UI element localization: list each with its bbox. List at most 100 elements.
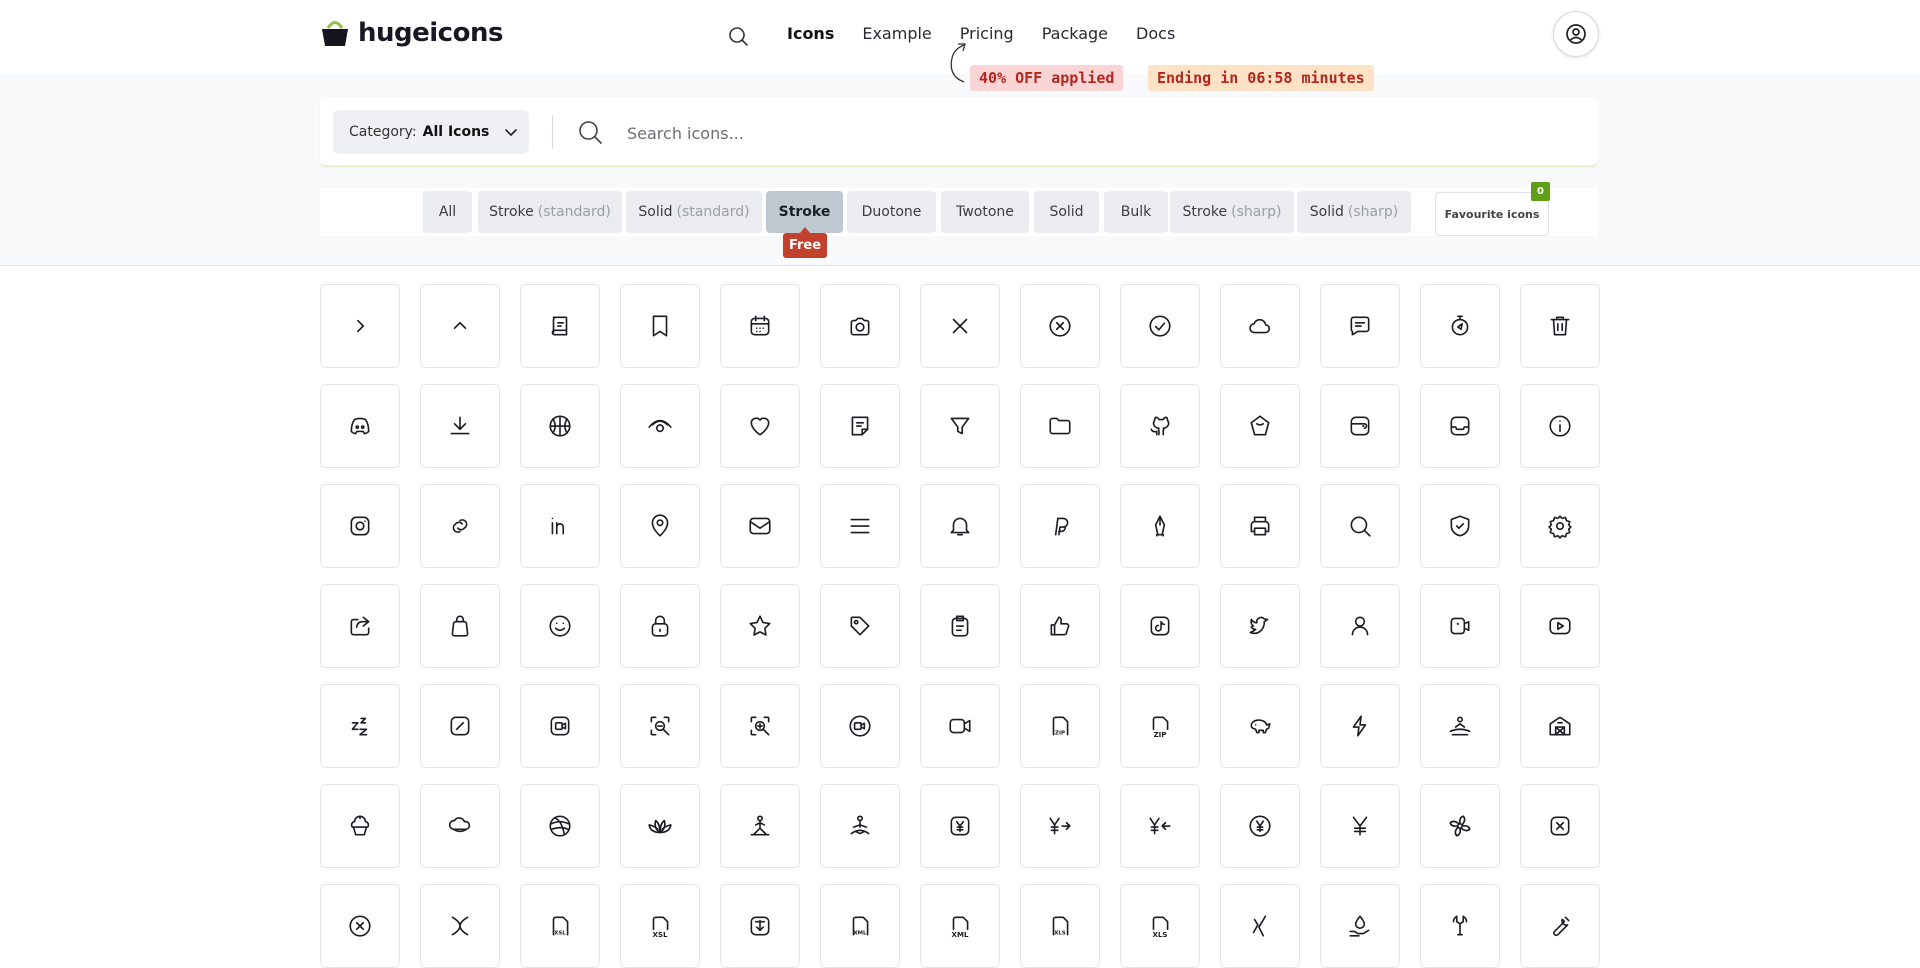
icon-tile[interactable] bbox=[420, 884, 500, 968]
nav-example[interactable]: Example bbox=[862, 24, 931, 43]
icon-tile[interactable] bbox=[320, 784, 400, 868]
category-dropdown[interactable]: Category: All Icons bbox=[333, 110, 529, 154]
icon-tile[interactable] bbox=[1320, 284, 1400, 368]
icon-tile[interactable] bbox=[720, 684, 800, 768]
search-input[interactable] bbox=[625, 115, 1529, 151]
icon-tile[interactable] bbox=[620, 384, 700, 468]
icon-tile[interactable] bbox=[1320, 684, 1400, 768]
icon-tile[interactable] bbox=[320, 684, 400, 768]
icon-tile[interactable] bbox=[1320, 584, 1400, 668]
icon-tile[interactable] bbox=[1120, 384, 1200, 468]
icon-tile[interactable] bbox=[920, 784, 1000, 868]
icon-tile[interactable] bbox=[720, 584, 800, 668]
icon-tile[interactable] bbox=[1120, 284, 1200, 368]
icon-tile[interactable] bbox=[920, 484, 1000, 568]
icon-tile[interactable]: XML bbox=[820, 884, 900, 968]
icon-tile[interactable] bbox=[1420, 684, 1500, 768]
icon-tile[interactable] bbox=[1020, 484, 1100, 568]
icon-tile[interactable] bbox=[1220, 784, 1300, 868]
icon-tile[interactable] bbox=[1520, 584, 1600, 668]
icon-tile[interactable] bbox=[1420, 484, 1500, 568]
icon-tile[interactable] bbox=[1020, 584, 1100, 668]
icon-tile[interactable]: XSL bbox=[520, 884, 600, 968]
filter-solid-standard[interactable]: Solid (standard) bbox=[626, 191, 762, 233]
icon-tile[interactable] bbox=[420, 484, 500, 568]
icon-tile[interactable] bbox=[1420, 384, 1500, 468]
nav-docs[interactable]: Docs bbox=[1136, 24, 1175, 43]
icon-tile[interactable]: XSL bbox=[620, 884, 700, 968]
icon-tile[interactable] bbox=[620, 684, 700, 768]
icon-tile[interactable] bbox=[1520, 484, 1600, 568]
icon-tile[interactable] bbox=[620, 484, 700, 568]
icon-tile[interactable]: ZIP bbox=[1020, 684, 1100, 768]
icon-tile[interactable] bbox=[1320, 884, 1400, 968]
icon-tile[interactable] bbox=[320, 284, 400, 368]
icon-tile[interactable] bbox=[1220, 684, 1300, 768]
filter-duotone[interactable]: Duotone bbox=[847, 191, 936, 233]
icon-tile[interactable] bbox=[1420, 584, 1500, 668]
icon-tile[interactable] bbox=[820, 284, 900, 368]
icon-tile[interactable] bbox=[1320, 484, 1400, 568]
icon-tile[interactable] bbox=[1220, 384, 1300, 468]
icon-tile[interactable] bbox=[520, 684, 600, 768]
brand-logo[interactable]: hugeicons bbox=[320, 18, 503, 48]
icon-tile[interactable] bbox=[420, 684, 500, 768]
icon-tile[interactable] bbox=[1120, 484, 1200, 568]
icon-tile[interactable] bbox=[1220, 484, 1300, 568]
icon-tile[interactable] bbox=[520, 284, 600, 368]
icon-tile[interactable] bbox=[820, 384, 900, 468]
icon-tile[interactable] bbox=[420, 284, 500, 368]
icon-tile[interactable] bbox=[320, 384, 400, 468]
icon-tile[interactable] bbox=[920, 584, 1000, 668]
icon-tile[interactable] bbox=[420, 384, 500, 468]
icon-tile[interactable] bbox=[520, 384, 600, 468]
icon-tile[interactable] bbox=[620, 584, 700, 668]
icon-tile[interactable] bbox=[1420, 884, 1500, 968]
icon-tile[interactable] bbox=[1320, 384, 1400, 468]
icon-tile[interactable] bbox=[1120, 584, 1200, 668]
icon-tile[interactable] bbox=[1520, 884, 1600, 968]
icon-tile[interactable] bbox=[320, 584, 400, 668]
icon-tile[interactable] bbox=[720, 384, 800, 468]
filter-all[interactable]: All bbox=[423, 191, 472, 233]
icon-tile[interactable] bbox=[420, 584, 500, 668]
icon-tile[interactable] bbox=[1020, 784, 1100, 868]
icon-tile[interactable] bbox=[520, 584, 600, 668]
icon-tile[interactable] bbox=[620, 284, 700, 368]
icon-tile[interactable] bbox=[720, 884, 800, 968]
icon-tile[interactable] bbox=[1420, 284, 1500, 368]
filter-solid-sharp[interactable]: Solid (sharp) bbox=[1297, 191, 1411, 233]
icon-tile[interactable] bbox=[820, 584, 900, 668]
nav-package[interactable]: Package bbox=[1042, 24, 1108, 43]
icon-tile[interactable] bbox=[1020, 384, 1100, 468]
filter-stroke-sharp[interactable]: Stroke (sharp) bbox=[1170, 191, 1294, 233]
icon-tile[interactable] bbox=[1420, 784, 1500, 868]
icon-tile[interactable] bbox=[420, 784, 500, 868]
icon-tile[interactable] bbox=[920, 384, 1000, 468]
filter-twotone[interactable]: Twotone bbox=[941, 191, 1029, 233]
icon-tile[interactable] bbox=[820, 684, 900, 768]
icon-tile[interactable] bbox=[1020, 284, 1100, 368]
icon-tile[interactable] bbox=[1220, 584, 1300, 668]
icon-tile[interactable] bbox=[720, 284, 800, 368]
icon-tile[interactable] bbox=[1220, 884, 1300, 968]
icon-tile[interactable]: XLS bbox=[1020, 884, 1100, 968]
icon-tile[interactable] bbox=[320, 484, 400, 568]
icon-tile[interactable] bbox=[1520, 384, 1600, 468]
icon-tile[interactable] bbox=[720, 484, 800, 568]
icon-tile[interactable] bbox=[820, 484, 900, 568]
search-icon[interactable] bbox=[726, 24, 750, 48]
icon-tile[interactable] bbox=[620, 784, 700, 868]
icon-tile[interactable]: XML bbox=[920, 884, 1000, 968]
icon-tile[interactable] bbox=[720, 784, 800, 868]
icon-tile[interactable]: ZIP bbox=[1120, 684, 1200, 768]
filter-stroke-standard[interactable]: Stroke (standard) bbox=[478, 191, 622, 233]
filter-solid[interactable]: Solid bbox=[1034, 191, 1099, 233]
icon-tile[interactable] bbox=[320, 884, 400, 968]
icon-tile[interactable] bbox=[1120, 784, 1200, 868]
icon-tile[interactable]: XLS bbox=[1120, 884, 1200, 968]
icon-tile[interactable] bbox=[1220, 284, 1300, 368]
icon-tile[interactable] bbox=[1520, 684, 1600, 768]
icon-tile[interactable] bbox=[920, 284, 1000, 368]
icon-tile[interactable] bbox=[520, 784, 600, 868]
